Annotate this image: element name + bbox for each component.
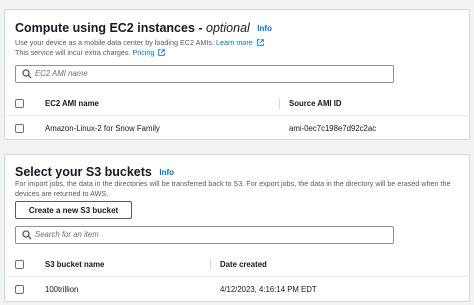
ec2-panel: Compute using EC2 instances - optional I… — [4, 9, 470, 140]
select-all-checkbox[interactable] — [15, 260, 24, 269]
search-icon — [22, 230, 32, 240]
column-s3-bucket-name[interactable]: S3 bucket name — [45, 260, 104, 269]
ec2-desc-line1: Use your device as a mobile data center … — [15, 38, 214, 47]
ami-name-cell: Amazon-Linux-2 for Snow Family — [45, 124, 160, 133]
bucket-name-cell: 100trillion — [45, 285, 79, 294]
row-checkbox[interactable] — [15, 124, 24, 133]
ec2-table-header: EC2 AMI name Source AMI ID — [5, 92, 469, 116]
external-link-icon[interactable] — [158, 48, 166, 56]
s3-search-input[interactable]: Search for an item — [15, 226, 394, 244]
table-row[interactable]: Amazon-Linux-2 for Snow Family ami-0ec7c… — [5, 117, 469, 141]
row-checkbox[interactable] — [15, 285, 24, 294]
search-icon — [22, 69, 32, 79]
ec2-title: Compute using EC2 instances - optional I… — [15, 21, 272, 35]
s3-info-link[interactable]: Info — [159, 168, 174, 177]
column-divider[interactable] — [210, 259, 211, 270]
column-source-ami-id[interactable]: Source AMI ID — [289, 99, 342, 108]
date-created-cell: 4/12/2023, 4:16:14 PM EDT — [220, 285, 317, 294]
external-link-icon[interactable] — [256, 39, 264, 46]
ec2-info-link[interactable]: Info — [257, 24, 272, 33]
ec2-search-placeholder: EC2 AMI name — [35, 69, 88, 78]
column-date-created[interactable]: Date created — [220, 260, 267, 269]
select-all-checkbox[interactable] — [15, 99, 24, 108]
ami-id-cell: ami-0ec7c198e7d92c2ac — [289, 124, 377, 133]
s3-panel: Select your S3 buckets Info For import j… — [4, 154, 470, 302]
s3-title-text: Select your S3 buckets — [15, 165, 152, 179]
learn-more-link[interactable]: Learn more — [216, 38, 253, 47]
s3-title: Select your S3 buckets Info — [15, 165, 174, 179]
ec2-title-optional: optional — [206, 21, 250, 35]
ec2-description: Use your device as a mobile data center … — [15, 38, 461, 57]
ec2-search-input[interactable]: EC2 AMI name — [15, 65, 394, 83]
column-ec2-ami-name[interactable]: EC2 AMI name — [45, 99, 99, 108]
create-s3-bucket-button[interactable]: Create a new S3 bucket — [15, 201, 132, 219]
s3-description: For import jobs, the data in the directo… — [15, 179, 451, 198]
column-divider[interactable] — [279, 98, 280, 109]
s3-table-header: S3 bucket name Date created — [5, 253, 469, 277]
s3-search-placeholder: Search for an item — [35, 230, 99, 239]
ec2-desc-line2: This service will incur extra charges. — [15, 47, 131, 57]
table-row[interactable]: 100trillion 4/12/2023, 4:16:14 PM EDT — [5, 278, 469, 302]
ec2-title-text: Compute using EC2 instances - — [15, 21, 207, 35]
pricing-link[interactable]: Pricing — [132, 48, 154, 57]
